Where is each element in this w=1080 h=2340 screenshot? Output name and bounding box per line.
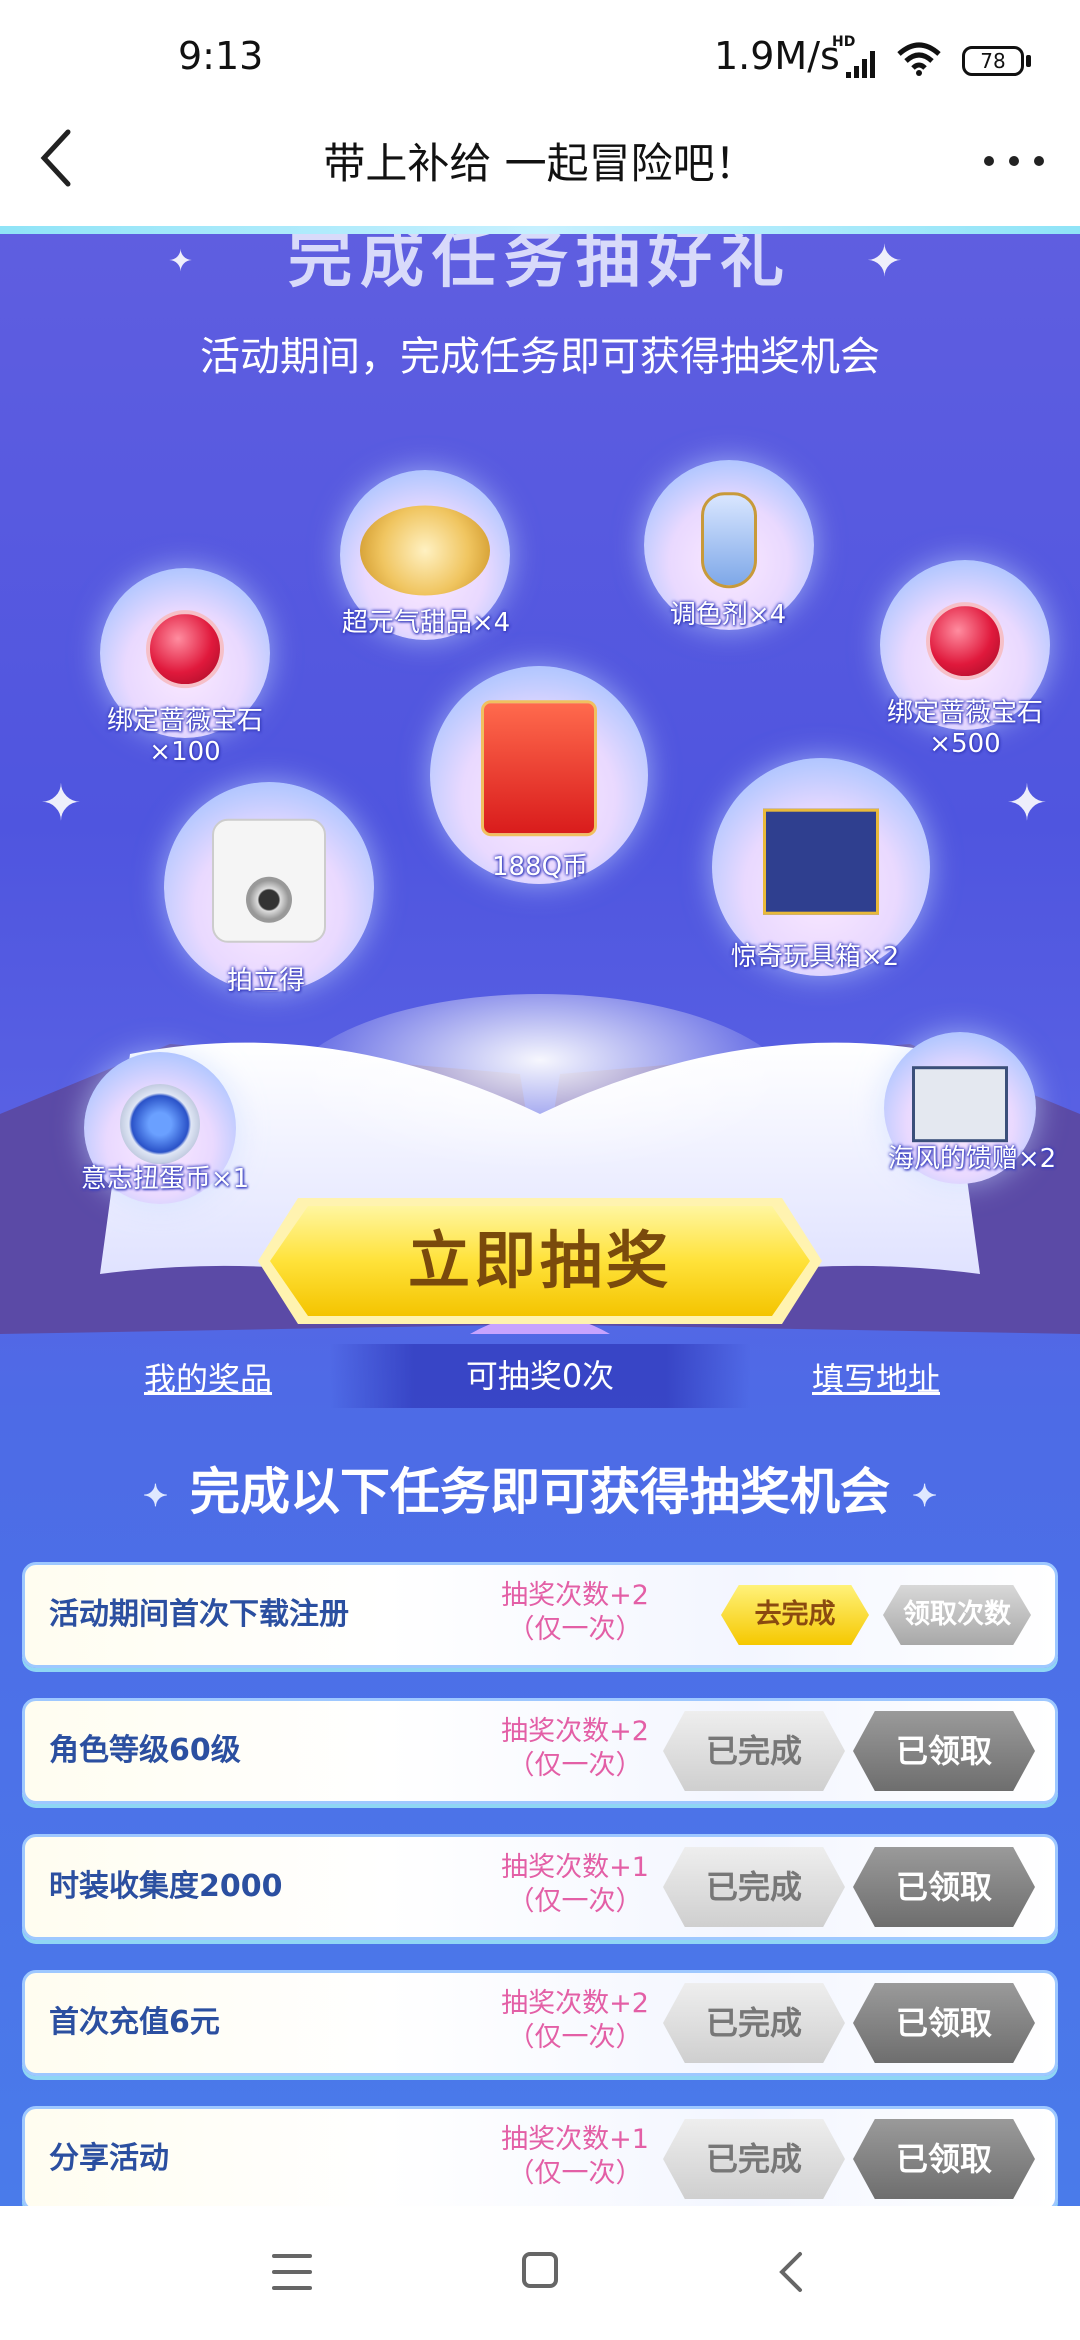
task-name: 活动期间首次下载注册: [49, 1597, 349, 1632]
claimed-button: 已领取: [853, 2119, 1035, 2199]
draw-now-label: 立即抽奖: [407, 1224, 672, 1297]
task-reward-amount: 抽奖次数+2: [501, 1716, 649, 1747]
prize-label: 调色剂×4: [669, 600, 787, 630]
clock: 9:13: [178, 34, 264, 78]
task-row: 活动期间首次下载注册 抽奖次数+2 （仅一次） 去完成 领取次数: [22, 1562, 1058, 1668]
system-back-icon[interactable]: [776, 2250, 806, 2294]
task-row: 首次充值6元 抽奖次数+2 （仅一次） 已完成 已领取: [22, 1970, 1058, 2076]
network-rate: 1.9M/s: [714, 34, 840, 78]
draw-info-row: 我的奖品 可抽奖0次 填写地址: [0, 1344, 1080, 1414]
claimed-button: 已领取: [853, 1711, 1035, 1791]
coin-icon: [120, 1084, 200, 1164]
sparkle-icon: ✦: [1006, 774, 1048, 832]
system-nav-bar: [0, 2206, 1080, 2340]
task-reward-amount: 抽奖次数+2: [501, 1580, 649, 1611]
draw-now-button[interactable]: 立即抽奖: [258, 1198, 822, 1324]
event-subtitle: 活动期间，完成任务即可获得抽奖机会: [200, 334, 880, 380]
claim-chances-button[interactable]: 领取次数: [883, 1585, 1031, 1645]
claimed-button: 已领取: [853, 1983, 1035, 2063]
status-bar: 9:13 1.9M/s HD 78: [0, 0, 1080, 90]
claimed-button: 已领取: [853, 1847, 1035, 1927]
red-envelope-icon: [481, 700, 597, 837]
task-reward-amount: 抽奖次数+2: [501, 1988, 649, 2019]
battery-tip: [1026, 55, 1031, 67]
battery-level: 78: [980, 49, 1006, 73]
event-headline: 完成任务抽好礼: [288, 234, 792, 297]
tasks-section-title: ✦ 完成以下任务即可获得抽奖机会 ✦: [0, 1452, 1080, 1524]
prize-label-quantity: ×500: [929, 729, 1001, 759]
potion-bottle-icon: [701, 492, 757, 589]
completed-button: 已完成: [663, 1711, 845, 1791]
gift-box-icon: [763, 808, 879, 915]
star-icon: ✦: [142, 1478, 168, 1514]
prize-label: 惊奇玩具箱×2: [730, 942, 900, 972]
go-complete-button[interactable]: 去完成: [721, 1585, 869, 1645]
task-name: 分享活动: [49, 2141, 169, 2176]
fill-address-link[interactable]: 填写地址: [812, 1354, 940, 1400]
sparkle-icon: ✦: [40, 774, 82, 832]
prize-label: 绑定蔷薇宝石 ×500: [860, 692, 1070, 759]
small-gift-icon: [912, 1066, 1008, 1143]
task-reward-amount: 抽奖次数+1: [501, 1852, 649, 1883]
prize-label-quantity: ×100: [149, 737, 221, 767]
task-row: 角色等级60级 抽奖次数+2 （仅一次） 已完成 已领取: [22, 1698, 1058, 1804]
task-name: 时装收集度2000: [49, 1869, 283, 1904]
completed-button: 已完成: [663, 1847, 845, 1927]
title-bar: 带上补给 一起冒险吧！: [0, 90, 1080, 228]
event-scene: 完成任务抽好礼 活动期间，完成任务即可获得抽奖机会 ✦ ✦ ✦ ✦ 超元气甜品×…: [0, 234, 1080, 2206]
recent-apps-icon[interactable]: [272, 2254, 312, 2290]
task-row: 时装收集度2000 抽奖次数+1 （仅一次） 已完成 已领取: [22, 1834, 1058, 1940]
tasks-section-title-text: 完成以下任务即可获得抽奖机会: [190, 1462, 890, 1521]
wifi-icon: [897, 42, 941, 76]
home-icon[interactable]: [522, 2252, 558, 2288]
more-options-icon[interactable]: [984, 156, 1044, 170]
star-icon: ✦: [912, 1478, 938, 1514]
task-name: 首次充值6元: [49, 2005, 220, 2040]
sparkle-icon: ✦: [866, 236, 903, 287]
prize-label-line: 绑定蔷薇宝石: [106, 706, 263, 736]
completed-button: 已完成: [663, 1983, 845, 2063]
task-row: 分享活动 抽奖次数+1 （仅一次） 已完成 已领取: [22, 2106, 1058, 2206]
prize-label: 188Q币: [491, 852, 589, 882]
page-title: 带上补给 一起冒险吧！: [323, 139, 757, 188]
task-reward-amount: 抽奖次数+1: [501, 2124, 649, 2155]
prize-label: 绑定蔷薇宝石 ×100: [80, 700, 290, 767]
prize-label-line: 绑定蔷薇宝石: [886, 698, 1043, 728]
instant-camera-icon: [212, 818, 326, 943]
dessert-plate-icon: [360, 505, 490, 596]
title-accent-line: [0, 226, 1080, 234]
remaining-chances: 可抽奖0次: [330, 1344, 750, 1408]
red-gem-icon: [146, 610, 224, 689]
completed-button: 已完成: [663, 2119, 845, 2199]
red-gem-icon: [926, 602, 1004, 681]
prize-label: 拍立得: [226, 966, 305, 996]
prize-label: 超元气甜品×4: [341, 608, 511, 638]
task-reward-note: （仅一次）: [507, 1614, 643, 1645]
prize-label: 意志扭蛋币×1: [80, 1164, 250, 1194]
battery-icon: 78: [962, 46, 1024, 76]
task-reward: 抽奖次数+2 （仅一次）: [445, 1579, 705, 1647]
task-name: 角色等级60级: [49, 1733, 241, 1768]
my-prizes-link[interactable]: 我的奖品: [144, 1354, 272, 1400]
prize-label: 海风的馈赠×2: [887, 1144, 1057, 1174]
signal-icon: [846, 51, 875, 78]
sparkle-icon: ✦: [168, 244, 194, 279]
